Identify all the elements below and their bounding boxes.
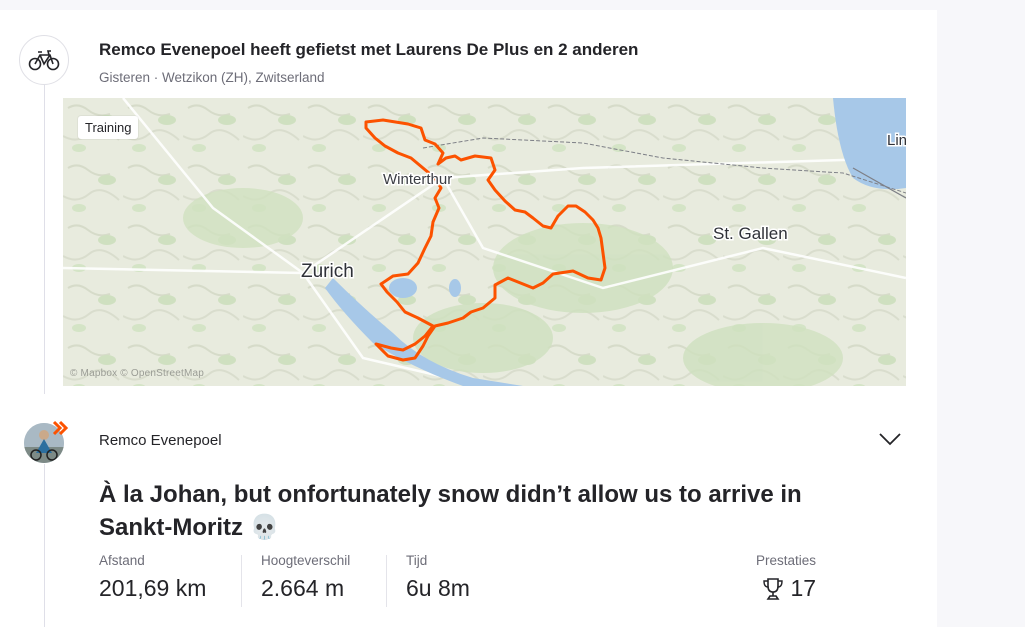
route-map[interactable]: Winterthur Zurich St. Gallen Lin [63,98,906,386]
stat-time: Tijd 6u 8m [406,553,470,602]
stat-value: 2.664 m [261,575,345,601]
activity-title[interactable]: À la Johan, but onfortunately snow didn’… [99,478,859,544]
subscriber-chevron-icon [52,420,69,436]
bike-icon [19,35,69,85]
stat-divider [241,555,242,607]
thread-line [44,84,45,394]
stat-divider [386,555,387,607]
stat-label: Afstand [99,553,145,568]
group-activity-meta: Gisteren · Wetzikon (ZH), Zwitserland [99,70,325,85]
map-label-zurich: Zurich [301,261,354,282]
achievements[interactable]: Prestaties 17 [756,553,816,602]
achievements-label: Prestaties [756,553,817,568]
stat-elevation: Hoogteverschil 2.664 m [261,553,350,602]
map-label-winterthur: Winterthur [383,171,452,188]
map-label-st-gallen: St. Gallen [713,224,788,243]
feed-top-strip [0,0,937,10]
chevron-down-icon[interactable] [878,430,902,448]
group-activity-title[interactable]: Remco Evenepoel heeft gefietst met Laure… [99,40,638,60]
activity-title-text[interactable]: À la Johan, but onfortunately snow didn’… [99,481,802,541]
map-attribution[interactable]: © Mapbox © OpenStreetMap [70,368,204,379]
stat-value: 6u 8m [406,575,470,601]
map-label-lindau: Lin [887,132,906,149]
stat-label: Tijd [406,553,428,568]
achievements-count: 17 [790,575,817,601]
stat-value: 201,69 km [99,575,207,601]
athlete-name[interactable]: Remco Evenepoel [99,432,222,449]
stat-label: Hoogteverschil [261,553,351,568]
skull-emoji: 💀 [249,514,280,541]
activity-type-badge: Training [78,116,139,139]
thread-line [44,464,45,627]
feed-right-gutter [937,0,1025,627]
trophy-icon [763,577,784,600]
stat-distance: Afstand 201,69 km [99,553,206,602]
